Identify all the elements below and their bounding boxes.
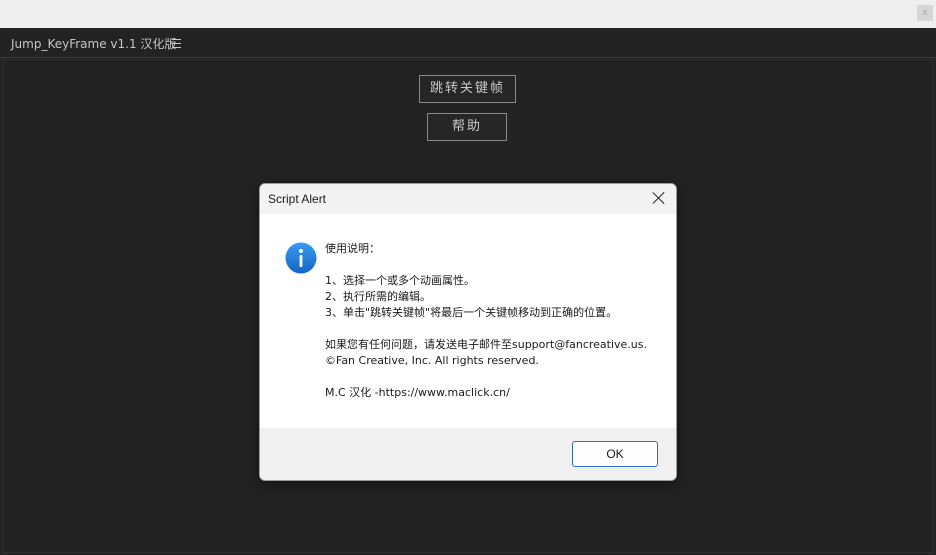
message-line (325, 257, 665, 273)
panel-title: Jump_KeyFrame v1.1 汉化版 (11, 37, 177, 51)
message-line (325, 321, 665, 337)
message-line: 1、选择一个或多个动画属性。 (325, 274, 475, 287)
help-button[interactable]: 帮助 (427, 113, 507, 141)
jump-keyframe-button[interactable]: 跳转关键帧 (419, 75, 516, 103)
dialog-title: Script Alert (268, 192, 327, 206)
dialog-message: 使用说明： 1、选择一个或多个动画属性。 2、执行所需的编辑。 3、单击"跳转关… (325, 241, 665, 401)
info-icon (285, 242, 317, 274)
message-line: 如果您有任何问题，请发送电子邮件至support@fancreative.us. (325, 338, 647, 351)
message-line: 3、单击"跳转关键帧"将最后一个关键帧移动到正确的位置。 (325, 306, 618, 319)
ok-button[interactable]: OK (572, 441, 658, 467)
message-line: M.C 汉化 -https://www.maclick.cn/ (325, 386, 510, 399)
message-line: 使用说明： (325, 242, 380, 255)
hamburger-menu-icon[interactable] (172, 33, 184, 48)
window-close-icon[interactable]: x (917, 5, 933, 21)
script-alert-dialog: Script Alert 使用说明： 1、选择一个或多个动画属性。 2、执行所需… (259, 183, 677, 481)
message-line: ©Fan Creative, Inc. All rights reserved. (325, 354, 539, 367)
message-line: 2、执行所需的编辑。 (325, 290, 431, 303)
message-line (325, 369, 665, 385)
panel-header: Jump_KeyFrame v1.1 汉化版 (0, 28, 936, 58)
dialog-footer: OK (260, 428, 676, 480)
dialog-title-bar: Script Alert (260, 184, 676, 214)
window-top-bar: x (0, 0, 936, 28)
close-icon[interactable] (651, 190, 667, 206)
